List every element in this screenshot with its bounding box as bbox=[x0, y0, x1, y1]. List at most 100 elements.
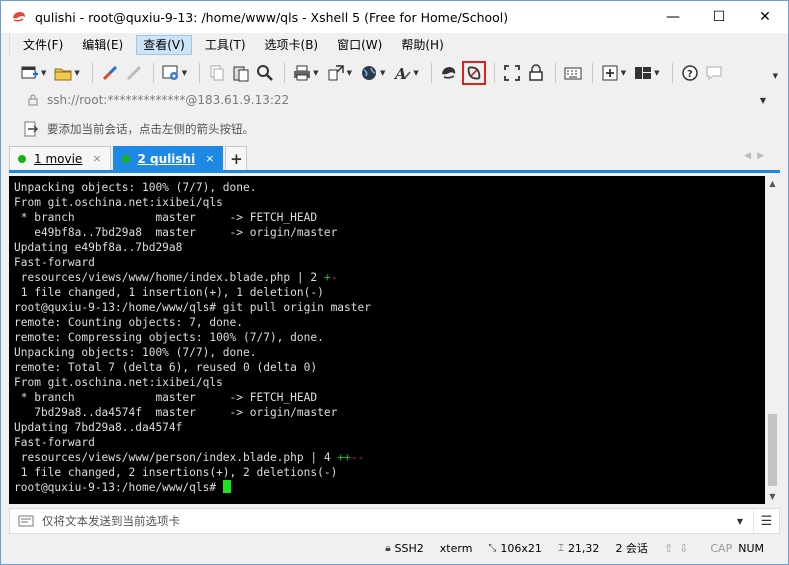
properties-dropdown-icon[interactable]: ▼ bbox=[182, 69, 187, 77]
add-session-arrow-icon[interactable] bbox=[23, 121, 39, 137]
globe-dropdown-icon[interactable]: ▼ bbox=[380, 69, 385, 77]
terminal-line: Fast-forward bbox=[14, 256, 95, 269]
paste-icon[interactable] bbox=[230, 62, 252, 84]
compose-menu-icon[interactable]: ☰ bbox=[753, 509, 779, 533]
terminal-line: e49bf8a..7bd29a8 master -> origin/master bbox=[14, 226, 338, 239]
status-lock-icon: 🔒︎ bbox=[385, 542, 391, 554]
xftp-icon[interactable] bbox=[438, 62, 460, 84]
status-cap: CAP bbox=[710, 541, 733, 555]
layout-icon[interactable] bbox=[632, 62, 654, 84]
scroll-down-icon[interactable]: ▼ bbox=[765, 489, 780, 504]
toolbar-separator bbox=[430, 63, 432, 83]
terminal-line: Updating 7bd29a8..da4574f bbox=[14, 421, 183, 434]
menu-edit[interactable]: 编辑(E) bbox=[76, 35, 129, 55]
xshell-window: qulishi - root@quxiu-9-13: /home/www/qls… bbox=[0, 0, 789, 565]
tab-label: 1 movie bbox=[34, 151, 83, 166]
add-tab-button[interactable]: + bbox=[225, 146, 248, 170]
diffstat-plus: + bbox=[323, 271, 331, 284]
transfer-dropdown-icon[interactable]: ▼ bbox=[347, 69, 352, 77]
terminal-line: Unpacking objects: 100% (7/7), done. bbox=[14, 346, 257, 359]
minimize-button[interactable]: — bbox=[650, 1, 696, 33]
help-icon[interactable]: ? bbox=[679, 62, 701, 84]
session-nav-arrows-icon[interactable]: ⇧⇩ bbox=[664, 542, 694, 555]
menu-window[interactable]: 窗口(W) bbox=[331, 35, 388, 55]
print-icon[interactable] bbox=[291, 62, 313, 84]
copy-icon[interactable] bbox=[206, 62, 228, 84]
resize-icon: ⤡ bbox=[488, 542, 497, 554]
diffstat-plus: ++ bbox=[337, 451, 351, 464]
terminal-line: From git.oschina.net:ixibei/qls bbox=[14, 376, 223, 389]
lock-icon[interactable] bbox=[525, 62, 547, 84]
terminal[interactable]: Unpacking objects: 100% (7/7), done. Fro… bbox=[9, 176, 765, 504]
status-num: NUM bbox=[738, 541, 764, 555]
tab-close-icon[interactable]: × bbox=[205, 152, 214, 165]
tab-label: 2 qulishi bbox=[137, 151, 196, 166]
print-dropdown-icon[interactable]: ▼ bbox=[313, 69, 318, 77]
status-size: ⤡ 106x21 bbox=[488, 542, 542, 555]
new-tab-icon[interactable] bbox=[599, 62, 621, 84]
globe-icon[interactable] bbox=[358, 62, 380, 84]
xshell-logo-icon bbox=[13, 12, 25, 22]
tab-qulishi[interactable]: 2 qulishi × bbox=[112, 146, 224, 170]
diffstat-minus: -- bbox=[350, 451, 365, 464]
address-text[interactable]: ssh://root:*************@183.61.9.13:22 bbox=[47, 93, 760, 107]
close-button[interactable]: ✕ bbox=[742, 1, 788, 33]
compose-target-text[interactable]: 仅将文本发送到当前选项卡 bbox=[42, 513, 737, 529]
toolbar-separator bbox=[671, 63, 673, 83]
menu-tools[interactable]: 工具(T) bbox=[199, 35, 252, 55]
status-size-text: 106x21 bbox=[500, 541, 542, 555]
terminal-line: 1 file changed, 2 insertions(+), 2 delet… bbox=[14, 466, 338, 479]
terminal-cursor bbox=[222, 480, 231, 493]
tab-scroll-arrows-icon[interactable]: ◀▶ bbox=[744, 151, 770, 161]
terminal-line: Unpacking objects: 100% (7/7), done. bbox=[14, 181, 257, 194]
scrollbar-thumb[interactable] bbox=[768, 414, 777, 486]
status-bar: 🔒︎ SSH2 xterm ⤡ 106x21 ⌶ 21,32 2 会话 ⇧⇩ CAP … bbox=[9, 537, 780, 559]
chat-icon[interactable] bbox=[703, 62, 725, 84]
compose-dropdown-icon[interactable]: ▼ bbox=[737, 517, 743, 526]
reconnect-icon[interactable] bbox=[99, 62, 121, 84]
keyboard-icon[interactable] bbox=[562, 62, 584, 84]
fullscreen-icon[interactable] bbox=[501, 62, 523, 84]
terminal-scrollbar[interactable]: ▲ ▼ bbox=[765, 176, 780, 504]
layout-dropdown-icon[interactable]: ▼ bbox=[654, 69, 659, 77]
xftp-transfer-icon[interactable] bbox=[461, 61, 486, 85]
find-icon[interactable] bbox=[254, 62, 276, 84]
menu-view[interactable]: 查看(V) bbox=[136, 35, 192, 55]
terminal-line: 7bd29a8..da4574f master -> origin/master bbox=[14, 406, 338, 419]
connected-status-icon bbox=[18, 154, 26, 163]
address-bar[interactable]: ssh://root:*************@183.61.9.13:22 … bbox=[9, 88, 780, 112]
status-protocol: 🔒︎ SSH2 bbox=[385, 542, 424, 555]
maximize-button[interactable]: ☐ bbox=[696, 1, 742, 33]
open-folder-icon[interactable] bbox=[52, 62, 74, 84]
address-dropdown-icon[interactable]: ▼ bbox=[760, 96, 766, 105]
menu-help[interactable]: 帮助(H) bbox=[395, 35, 449, 55]
terminal-line: 1 file changed, 1 insertion(+), 1 deleti… bbox=[14, 286, 324, 299]
new-session-dropdown-icon[interactable]: ▼ bbox=[41, 69, 46, 77]
new-session-icon[interactable] bbox=[19, 62, 41, 84]
status-cursor-text: 21,32 bbox=[567, 541, 600, 555]
font-dropdown-icon[interactable]: ▼ bbox=[413, 69, 418, 77]
tab-close-icon[interactable]: × bbox=[92, 152, 101, 165]
transfer-icon[interactable] bbox=[325, 62, 347, 84]
terminal-line: From git.oschina.net:ixibei/qls bbox=[14, 196, 223, 209]
font-icon[interactable]: A bbox=[391, 62, 413, 84]
toolbar-overflow-icon[interactable]: ▼ bbox=[773, 72, 778, 80]
hint-text: 要添加当前会话，点击左侧的箭头按钮。 bbox=[47, 122, 254, 136]
terminal-prompt-line[interactable]: root@quxiu-9-13:/home/www/qls# bbox=[14, 480, 765, 495]
menu-bar: 文件(F) 编辑(E) 查看(V) 工具(T) 选项卡(B) 窗口(W) 帮助(… bbox=[9, 33, 780, 57]
toolbar-separator bbox=[554, 63, 556, 83]
terminal-line: resources/views/www/person/index.blade.p… bbox=[14, 450, 765, 465]
scroll-up-icon[interactable]: ▲ bbox=[765, 176, 780, 191]
properties-icon[interactable] bbox=[160, 62, 182, 84]
menu-file[interactable]: 文件(F) bbox=[17, 35, 69, 55]
terminal-line: remote: Counting objects: 7, done. bbox=[14, 316, 244, 329]
new-tab-dropdown-icon[interactable]: ▼ bbox=[621, 69, 626, 77]
open-dropdown-icon[interactable]: ▼ bbox=[74, 69, 79, 77]
menu-tab[interactable]: 选项卡(B) bbox=[259, 35, 325, 55]
cursor-position-icon: ⌶ bbox=[557, 542, 564, 554]
disconnect-icon[interactable] bbox=[123, 62, 145, 84]
toolbar-separator bbox=[591, 63, 593, 83]
tab-movie[interactable]: 1 movie × bbox=[9, 146, 111, 170]
compose-bar[interactable]: 仅将文本发送到当前选项卡 ▼ ☰ bbox=[9, 508, 780, 534]
terminal-line: root@quxiu-9-13:/home/www/qls# git pull … bbox=[14, 301, 371, 314]
